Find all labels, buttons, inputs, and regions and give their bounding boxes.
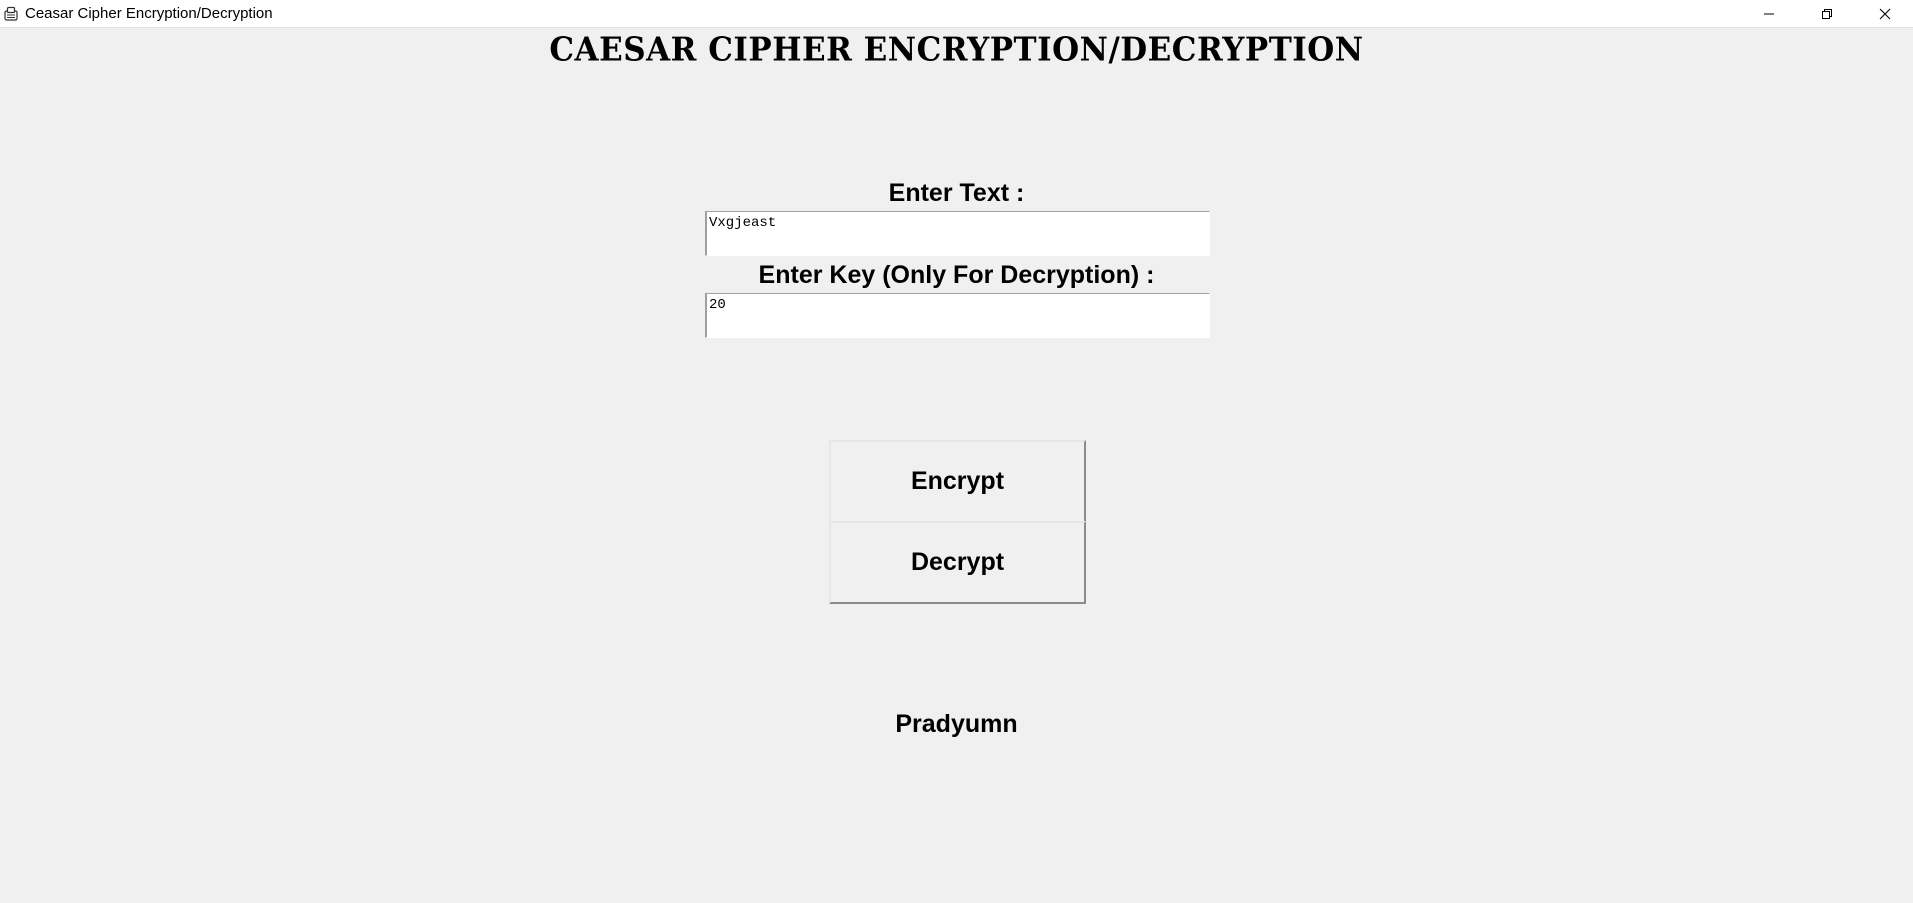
author-label: Pradyumn: [895, 710, 1018, 738]
minimize-button[interactable]: [1740, 0, 1798, 28]
key-label: Enter Key (Only For Decryption) :: [758, 261, 1155, 289]
restore-button[interactable]: [1798, 0, 1856, 28]
key-input[interactable]: 20: [705, 293, 1210, 338]
encrypt-button[interactable]: Encrypt: [829, 440, 1086, 523]
minimize-icon: [1763, 8, 1775, 20]
restore-icon: [1821, 8, 1833, 20]
title-bar: Ceasar Cipher Encryption/Decryption: [0, 0, 1913, 28]
decrypt-button[interactable]: Decrypt: [829, 521, 1086, 604]
text-input[interactable]: Vxgjeast: [705, 211, 1210, 256]
window-title: Ceasar Cipher Encryption/Decryption: [25, 5, 273, 22]
close-button[interactable]: [1856, 0, 1913, 28]
tk-app-icon[interactable]: [3, 6, 19, 22]
text-label: Enter Text :: [888, 179, 1025, 207]
close-icon: [1879, 8, 1891, 20]
page-heading: CAESAR CIPHER ENCRYPTION/DECRYPTION: [549, 31, 1364, 69]
